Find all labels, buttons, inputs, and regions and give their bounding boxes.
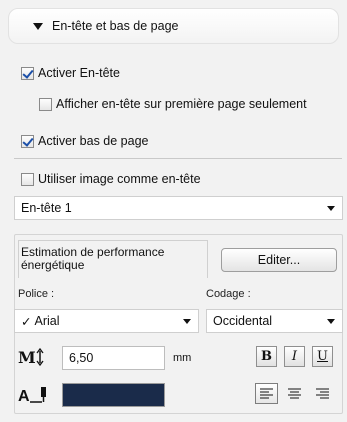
chevron-down-icon: [183, 319, 191, 324]
header-footer-panel: En-tête et bas de page Activer En-tête A…: [0, 0, 347, 422]
bold-button[interactable]: B: [256, 346, 277, 367]
svg-text:A: A: [18, 388, 30, 405]
text-size-input[interactable]: 6,50: [62, 346, 165, 370]
first-page-only-checkbox[interactable]: [39, 97, 52, 111]
chevron-down-icon: [327, 206, 335, 211]
italic-button[interactable]: I: [284, 346, 305, 367]
header-select-value: En-tête 1: [21, 201, 72, 215]
text-size-icon: M: [18, 347, 44, 367]
align-right-icon: [316, 388, 329, 398]
enable-footer-row[interactable]: Activer bas de page: [21, 132, 149, 150]
svg-text:M: M: [18, 348, 36, 367]
text-field-label: Estimation de performance énergétique: [18, 240, 208, 278]
image-as-header-row[interactable]: Utiliser image comme en-tête: [21, 170, 201, 188]
align-center-icon: [288, 388, 301, 398]
image-as-header-label: Utiliser image comme en-tête: [38, 172, 201, 186]
chevron-down-icon: [327, 319, 335, 324]
header-select-dropdown[interactable]: En-tête 1: [14, 196, 343, 220]
enable-footer-checkbox[interactable]: [21, 134, 34, 148]
size-unit: mm: [173, 352, 192, 364]
first-page-only-label: Afficher en-tête sur première page seule…: [56, 97, 307, 111]
font-dropdown[interactable]: ✓ Arial: [14, 309, 199, 333]
encoding-label: Codage :: [206, 288, 251, 300]
section-header-toggle[interactable]: En-tête et bas de page: [8, 8, 339, 44]
edit-button[interactable]: Editer...: [221, 248, 337, 272]
align-left-button[interactable]: [255, 383, 278, 404]
first-page-only-row[interactable]: Afficher en-tête sur première page seule…: [39, 95, 307, 113]
encoding-value: Occidental: [213, 314, 273, 328]
text-color-icon: A: [18, 387, 46, 405]
underline-button[interactable]: U: [312, 346, 333, 367]
encoding-dropdown[interactable]: Occidental: [206, 309, 343, 333]
align-center-button[interactable]: [283, 383, 306, 404]
align-right-button[interactable]: [311, 383, 334, 404]
image-as-header-checkbox[interactable]: [21, 172, 34, 186]
enable-header-checkbox[interactable]: [21, 66, 34, 80]
enable-footer-label: Activer bas de page: [38, 134, 149, 148]
font-value: Arial: [34, 314, 60, 328]
font-label: Police :: [18, 288, 55, 300]
align-left-icon: [260, 388, 273, 398]
text-color-swatch[interactable]: [62, 383, 165, 407]
enable-header-label: Activer En-tête: [38, 66, 120, 80]
separator: [14, 158, 342, 159]
check-icon: ✓: [21, 314, 32, 329]
collapse-triangle-icon[interactable]: [33, 22, 43, 30]
enable-header-row[interactable]: Activer En-tête: [21, 64, 120, 82]
section-title: En-tête et bas de page: [52, 19, 179, 33]
